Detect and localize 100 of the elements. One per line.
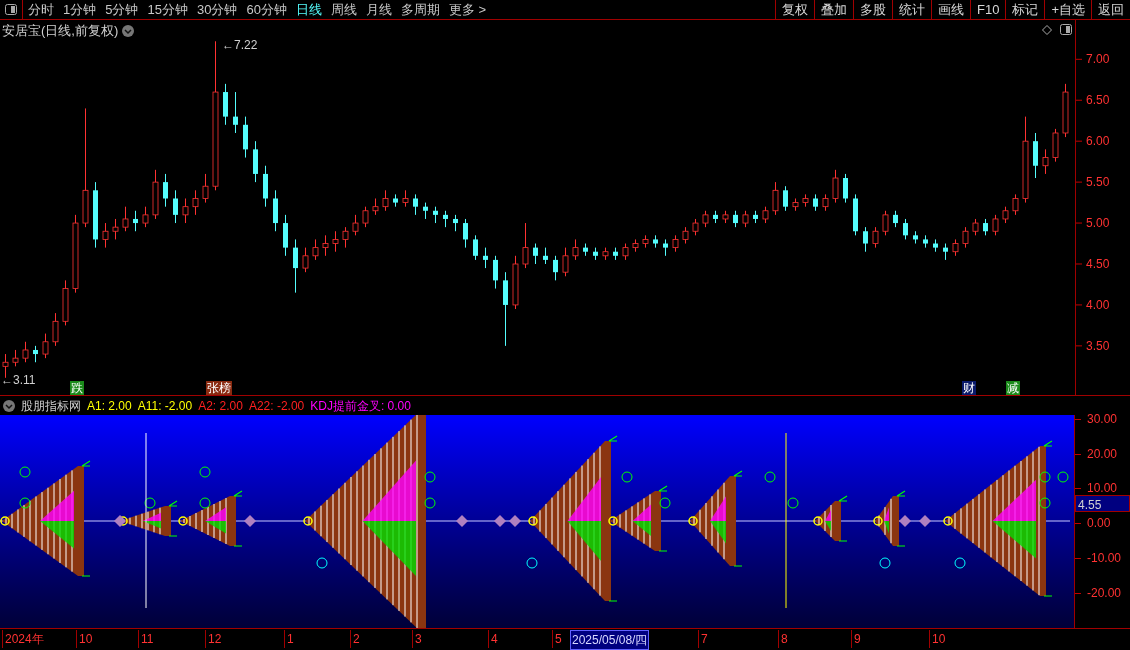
candlestick <box>163 173 168 208</box>
low-price-label: ←3.11 <box>1 372 36 389</box>
candlestick <box>102 222 109 249</box>
indicator-axis-label: 10.00 <box>1087 480 1118 497</box>
toolbar-button[interactable]: +自选 <box>1044 0 1091 19</box>
date-axis-label: 4 <box>488 630 498 648</box>
cursor-date-label: 2025/05/08/四 <box>570 630 650 650</box>
indicator-value: A11: -2.00 <box>137 397 193 415</box>
period-tab[interactable]: 1分钟 <box>63 0 97 20</box>
indicator-value: A1: 2.00 <box>87 397 132 415</box>
price-axis-label: 4.00 <box>1086 297 1110 312</box>
toolbar-button[interactable]: 标记 <box>1005 0 1045 19</box>
period-tab[interactable]: 周线 <box>330 0 357 20</box>
price-axis-label: 3.50 <box>1086 338 1110 353</box>
date-axis-label: 5 <box>552 630 562 648</box>
event-marker[interactable]: 张榜 <box>206 381 232 395</box>
candlestick <box>903 218 908 240</box>
candlestick <box>233 91 238 134</box>
axis-tick <box>1075 345 1083 347</box>
candlestick <box>992 214 999 236</box>
candlestick <box>962 226 969 249</box>
candlestick <box>192 189 199 216</box>
axis-tick <box>1075 304 1083 306</box>
period-tab[interactable]: 60分钟 <box>246 0 287 20</box>
toolbar-button[interactable]: 叠加 <box>814 0 853 19</box>
candlestick <box>533 243 538 265</box>
date-axis-label: 2 <box>350 630 360 648</box>
price-axis-label: 5.00 <box>1086 216 1110 231</box>
candlestick <box>772 181 779 216</box>
candlestick <box>332 230 339 253</box>
candlestick <box>302 247 309 273</box>
panel-toggle-icon[interactable] <box>5 4 17 15</box>
candlestick <box>493 255 498 290</box>
candlestick <box>572 238 579 261</box>
chevron-down-icon[interactable] <box>3 399 15 412</box>
candlestick <box>483 247 488 269</box>
candlestick <box>352 214 359 236</box>
toolbar-button[interactable]: 复权 <box>775 0 814 19</box>
event-marker[interactable]: 财 <box>962 381 976 395</box>
date-axis-label: 8 <box>778 630 788 648</box>
indicator-name: 股朋指标网 <box>21 397 81 415</box>
candlestick <box>122 206 129 232</box>
axis-tick <box>1075 140 1083 142</box>
cursor-value-label: 4.55 <box>1075 495 1130 512</box>
toolbar-button[interactable]: 多股 <box>853 0 892 19</box>
date-axis-label: 11 <box>138 630 154 648</box>
panel-toggle-icon[interactable] <box>1060 24 1072 35</box>
axis-tick <box>1075 263 1083 265</box>
event-marker[interactable]: 跌 <box>70 381 84 395</box>
candlestick <box>362 206 369 228</box>
date-axis-label: 9 <box>851 630 861 648</box>
candlestick <box>182 197 189 224</box>
candlestick <box>562 247 569 277</box>
price-axis-label: 5.50 <box>1086 175 1110 190</box>
period-tab[interactable]: 5分钟 <box>105 0 139 20</box>
period-tab[interactable]: 更多 > <box>448 0 487 20</box>
toolbar-button[interactable]: F10 <box>970 0 1006 19</box>
period-tab[interactable]: 15分钟 <box>147 0 188 20</box>
axis-tick <box>1075 181 1083 183</box>
toolbar-button[interactable]: 返回 <box>1091 0 1130 19</box>
candlestick <box>142 206 149 228</box>
event-marker[interactable]: 减 <box>1006 381 1020 395</box>
candlestick <box>173 189 178 224</box>
indicator-value: A2: 2.00 <box>198 397 243 415</box>
toolbar-button[interactable]: 画线 <box>931 0 970 19</box>
period-tab[interactable]: 分时 <box>28 0 54 20</box>
candlestick <box>832 169 839 204</box>
diamond-icon[interactable] <box>1042 25 1052 35</box>
indicator-axis-label: -10.00 <box>1087 550 1122 567</box>
candlestick <box>1042 148 1049 175</box>
date-axis-label: 3 <box>412 630 422 648</box>
candlestick <box>382 189 389 212</box>
date-axis-label: 10 <box>76 630 93 648</box>
candlestick <box>22 341 29 363</box>
axis-tick <box>1075 58 1083 60</box>
indicator-value: KDJ提前金叉: 0.00 <box>310 397 411 415</box>
period-tab[interactable]: 多周期 <box>400 0 440 20</box>
date-axis-label: 1 <box>284 630 294 648</box>
candlestick <box>863 226 868 253</box>
high-price-label: ←7.22 <box>222 37 258 54</box>
indicator-axis-label: 30.00 <box>1087 411 1118 428</box>
period-tab[interactable]: 30分钟 <box>196 0 238 20</box>
axis-tick <box>1075 222 1083 224</box>
candlestick <box>522 222 529 269</box>
price-axis-label: 6.00 <box>1086 134 1110 149</box>
candlestick <box>783 185 788 212</box>
candlestick <box>473 234 478 261</box>
toolbar-button[interactable]: 统计 <box>892 0 931 19</box>
date-axis-label: 7 <box>698 630 708 648</box>
candlestick <box>202 173 209 204</box>
candlestick <box>413 193 418 216</box>
date-axis-label: 2024年 <box>2 630 44 648</box>
indicator-axis-label: 20.00 <box>1087 446 1118 463</box>
date-axis-label: 10 <box>929 630 946 648</box>
period-tab[interactable]: 日线 <box>295 0 322 20</box>
candlestick <box>1012 193 1019 216</box>
candlestick <box>882 210 889 236</box>
chevron-down-icon[interactable] <box>122 24 135 37</box>
period-tab[interactable]: 月线 <box>365 0 392 20</box>
date-axis-label: 12 <box>205 630 222 648</box>
